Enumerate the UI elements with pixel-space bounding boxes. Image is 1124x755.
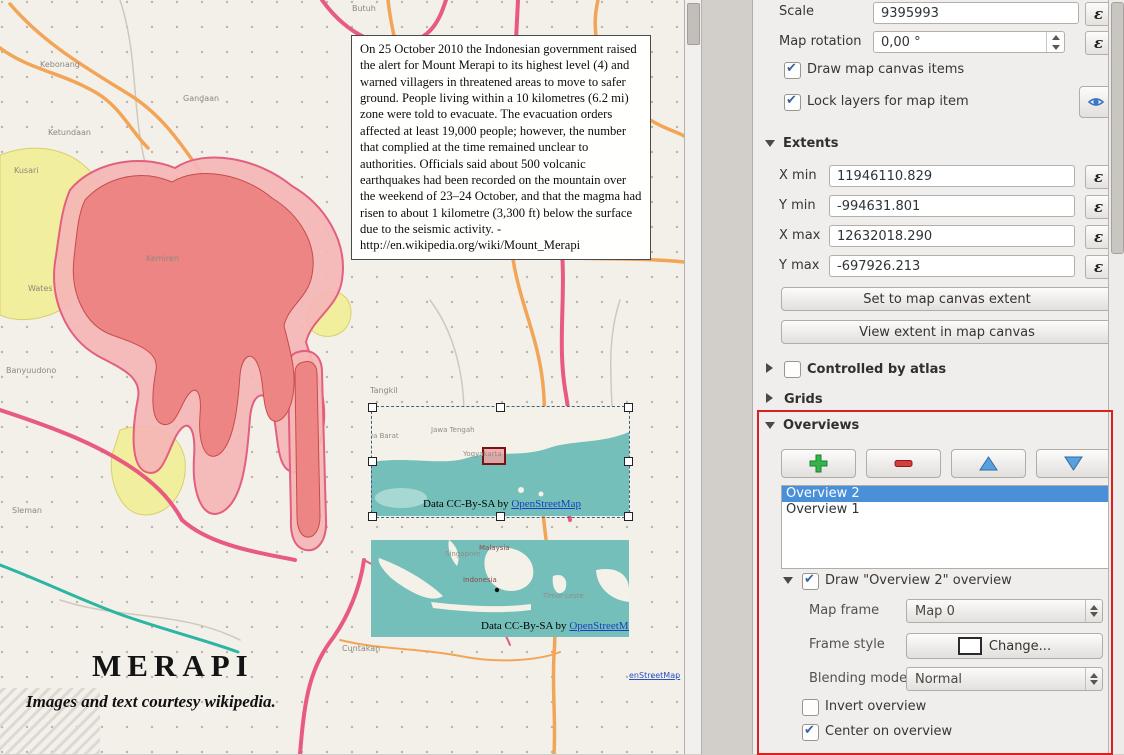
eye-icon (1087, 93, 1105, 111)
overview-list[interactable]: Overview 2 Overview 1 (781, 485, 1113, 569)
qgis-composer-window: { "map": { "annotation_text": "On 25 Oct… (0, 0, 1124, 754)
selection-handle[interactable] (496, 512, 505, 521)
draw-canvas-items-checkbox[interactable] (784, 62, 801, 79)
blending-mode-combo[interactable]: Normal (906, 667, 1103, 691)
overview2-label: Singapore (445, 550, 480, 558)
selection-handle[interactable] (624, 457, 633, 466)
overview1-label: Jawa Tengah (431, 426, 475, 434)
overviews-expander[interactable] (765, 422, 775, 429)
edge-osm-credit: enStreetMap (629, 671, 680, 680)
map-scrollbar[interactable] (684, 0, 702, 754)
invert-overview-checkbox[interactable] (802, 699, 819, 716)
selection-handle[interactable] (624, 512, 633, 521)
ymin-label: Y min (779, 198, 816, 213)
plus-icon (808, 453, 829, 474)
frame-style-swatch (958, 637, 982, 655)
frame-style-button[interactable]: Change... (906, 633, 1103, 659)
map-title: MERAPI (92, 648, 254, 684)
overview2-label: Timor-Leste (543, 592, 584, 600)
scale-input[interactable]: 9395993 (873, 2, 1079, 24)
invert-overview-label[interactable]: Invert overview (825, 699, 926, 714)
selection-handle[interactable] (624, 403, 633, 412)
rotation-spinbox[interactable]: 0,00 ° (873, 31, 1065, 53)
draw-overview-expander[interactable] (783, 577, 793, 584)
grids-label[interactable]: Grids (784, 392, 823, 407)
xmin-input[interactable]: 11946110.829 (829, 165, 1075, 187)
overview-map-item-1[interactable]: Jawa Barat Jawa Tengah Yogyakarta Data C… (371, 406, 629, 516)
overview2-credit: Data CC-By-SA by OpenStreetMap (481, 620, 629, 632)
center-on-overview-checkbox[interactable] (802, 724, 819, 741)
expression-icon: ε (1094, 36, 1103, 51)
ymax-input[interactable]: -697926.213 (829, 255, 1075, 277)
overview-list-item[interactable]: Overview 1 (782, 502, 1112, 518)
atlas-expander[interactable] (766, 363, 773, 373)
item-properties-panel: Scale 9395993 ε Map rotation 0,00 ° ε Dr… (752, 0, 1109, 754)
overview2-label: Indonesia (463, 576, 497, 584)
osm-link[interactable]: OpenStreetMap (569, 620, 629, 632)
ymin-input[interactable]: -994631.801 (829, 195, 1075, 217)
xmax-input[interactable]: 12632018.290 (829, 225, 1075, 247)
osm-link[interactable]: OpenStreetMap (511, 498, 581, 510)
expression-icon: ε (1094, 230, 1103, 245)
extents-title[interactable]: Extents (783, 136, 839, 151)
map-frame-combo[interactable]: Map 0 (906, 599, 1103, 623)
overview1-credit: Data CC-By-SA by OpenStreetMap (423, 498, 581, 510)
overview-list-item[interactable]: Overview 2 (782, 486, 1112, 502)
map-subtitle: Images and text courtesy wikipedia. (26, 692, 276, 712)
selection-handle[interactable] (368, 457, 377, 466)
combo-arrows-icon (1085, 668, 1102, 690)
ymax-label: Y max (779, 258, 819, 273)
expression-icon: ε (1094, 260, 1103, 275)
overview1-label: Jawa Barat (371, 432, 399, 440)
expression-icon: ε (1094, 7, 1103, 22)
expression-icon: ε (1094, 170, 1103, 185)
lock-layers-label[interactable]: Lock layers for map item (807, 94, 969, 109)
overview-map-item-2[interactable]: Singapore Malaysia Indonesia Timor-Leste… (371, 540, 629, 637)
move-overview-down-button[interactable] (1036, 449, 1111, 478)
map-frame-label: Map frame (809, 603, 879, 618)
annotation-text-box[interactable]: On 25 October 2010 the Indonesian govern… (351, 35, 651, 260)
atlas-label[interactable]: Controlled by atlas (807, 362, 946, 377)
panel-scrollbar-thumb[interactable] (1111, 2, 1124, 254)
draw-overview-checkbox[interactable] (802, 573, 819, 590)
atlas-checkbox[interactable] (784, 361, 801, 378)
minus-icon (893, 453, 914, 474)
grids-expander[interactable] (766, 393, 773, 403)
xmax-label: X max (779, 228, 820, 243)
overview1-label: Yogyakarta (463, 450, 502, 458)
combo-arrows-icon (1085, 600, 1102, 622)
selection-handle[interactable] (496, 403, 505, 412)
map-canvas[interactable]: ButuhKebonangGandaanKetundaanKusariWates… (0, 0, 684, 754)
extents-expander[interactable] (765, 140, 775, 147)
move-overview-up-button[interactable] (951, 449, 1026, 478)
selection-handle[interactable] (368, 512, 377, 521)
arrow-down-icon (1063, 453, 1084, 474)
set-to-canvas-extent-button[interactable]: Set to map canvas extent (781, 287, 1113, 311)
expression-icon: ε (1094, 200, 1103, 215)
lock-layers-checkbox[interactable] (784, 94, 801, 111)
center-on-overview-label[interactable]: Center on overview (825, 724, 952, 739)
draw-canvas-items-label[interactable]: Draw map canvas items (807, 62, 964, 77)
remove-overview-button[interactable] (866, 449, 941, 478)
add-overview-button[interactable] (781, 449, 856, 478)
overview2-label: Malaysia (479, 544, 510, 552)
rotation-spin-arrows[interactable] (1046, 32, 1064, 52)
arrow-up-icon (978, 453, 999, 474)
view-extent-button[interactable]: View extent in map canvas (781, 320, 1113, 344)
xmin-label: X min (779, 168, 817, 183)
draw-overview-label[interactable]: Draw "Overview 2" overview (825, 573, 1012, 588)
selection-handle[interactable] (368, 403, 377, 412)
map-scrollbar-thumb[interactable] (687, 3, 700, 45)
panel-scrollbar[interactable] (1108, 0, 1124, 754)
scale-label: Scale (779, 4, 814, 19)
rotation-label: Map rotation (779, 34, 862, 49)
overviews-title[interactable]: Overviews (783, 418, 859, 433)
blending-mode-label: Blending mode (809, 671, 907, 686)
frame-style-label: Frame style (809, 637, 885, 652)
